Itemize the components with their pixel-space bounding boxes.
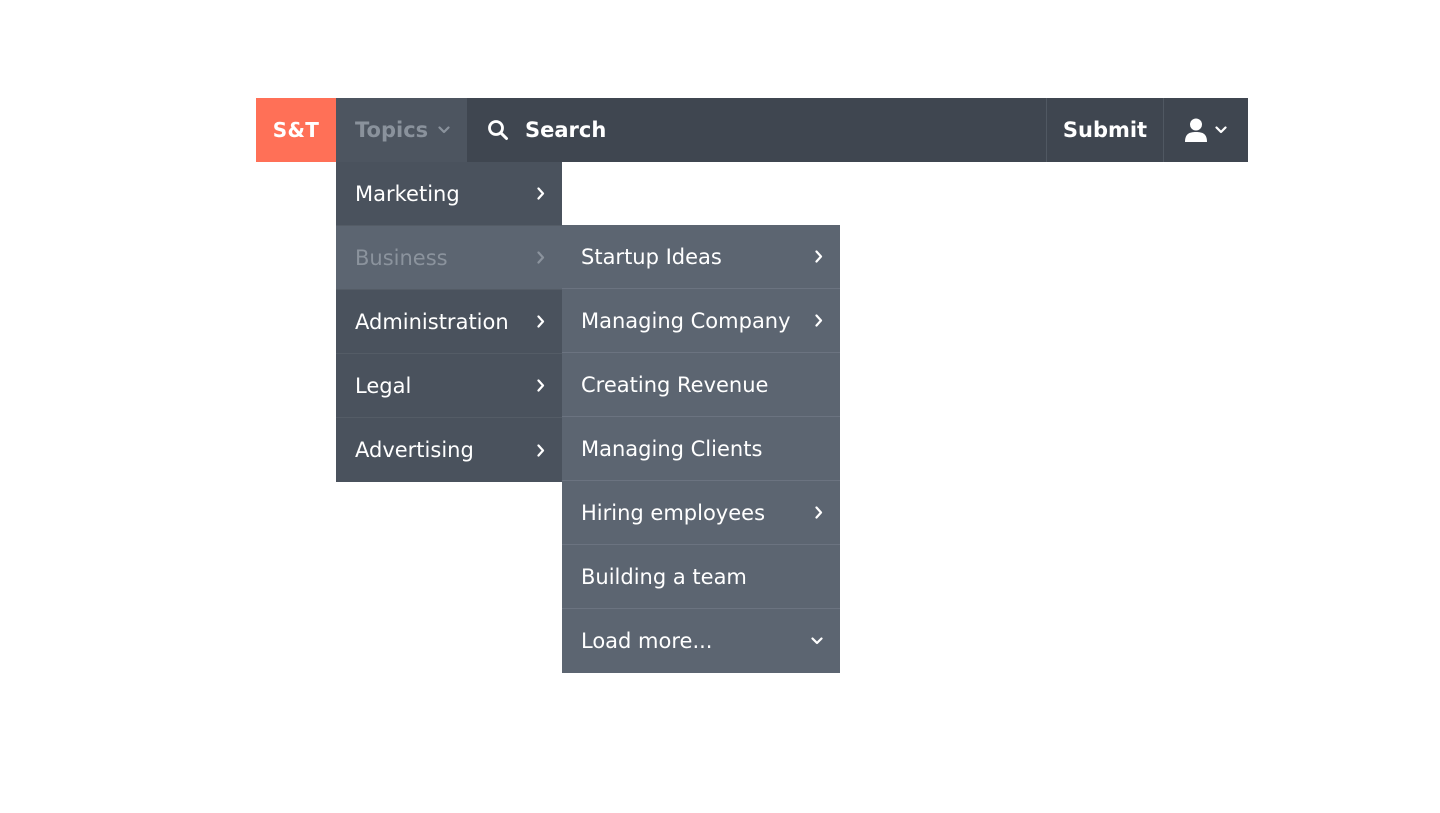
menu-item-label: Advertising	[355, 438, 474, 462]
menu-item-label: Legal	[355, 373, 412, 398]
chevron-right-icon	[815, 506, 823, 519]
chevron-down-icon	[1215, 126, 1227, 134]
submenu-item-managing-clients[interactable]: Managing Clients	[562, 417, 840, 481]
chevron-right-icon	[537, 379, 545, 392]
chevron-right-icon	[537, 443, 545, 457]
menu-item-legal[interactable]: Legal	[336, 354, 562, 418]
submenu-item-startup-ideas[interactable]: Startup Ideas	[562, 225, 840, 289]
submenu-item-managing-company[interactable]: Managing Company	[562, 289, 840, 353]
submenu-item-label: Startup Ideas	[581, 244, 722, 269]
chevron-down-icon	[811, 637, 823, 645]
chevron-down-icon	[438, 126, 450, 134]
load-more-label: Load more...	[581, 629, 713, 653]
submenu-item-label: Building a team	[581, 564, 747, 589]
submenu-item-label: Managing Clients	[581, 436, 763, 461]
topics-menu: Marketing Business Administration Legal …	[336, 162, 562, 482]
chevron-right-icon	[537, 251, 545, 264]
submenu-item-label: Creating Revenue	[581, 372, 769, 397]
submenu-item-label: Managing Company	[581, 308, 791, 333]
business-submenu: Startup Ideas Managing Company Creating …	[562, 225, 840, 673]
chevron-right-icon	[815, 314, 823, 327]
menu-item-advertising[interactable]: Advertising	[336, 418, 562, 482]
brand-logo[interactable]: S&T	[256, 98, 336, 162]
menu-item-label: Business	[355, 245, 448, 270]
search-label: Search	[525, 118, 607, 142]
top-navbar: S&T Topics Search Submit	[256, 98, 1248, 162]
menu-item-administration[interactable]: Administration	[336, 290, 562, 354]
chevron-right-icon	[537, 315, 545, 328]
menu-item-business[interactable]: Business	[336, 226, 562, 290]
submenu-item-hiring-employees[interactable]: Hiring employees	[562, 481, 840, 545]
user-menu-button[interactable]	[1163, 98, 1248, 162]
menu-item-marketing[interactable]: Marketing	[336, 162, 562, 226]
submit-button[interactable]: Submit	[1046, 98, 1163, 162]
submenu-item-building-a-team[interactable]: Building a team	[562, 545, 840, 609]
search-icon	[487, 119, 509, 141]
load-more-button[interactable]: Load more...	[562, 609, 840, 673]
topics-dropdown-button[interactable]: Topics	[336, 98, 467, 162]
page: S&T Topics Search Submit Marketing Busin…	[0, 0, 1440, 813]
user-icon	[1185, 118, 1207, 142]
search-input[interactable]: Search	[467, 98, 1046, 162]
chevron-right-icon	[537, 187, 545, 200]
submenu-item-label: Hiring employees	[581, 500, 766, 525]
submenu-item-creating-revenue[interactable]: Creating Revenue	[562, 353, 840, 417]
menu-item-label: Marketing	[355, 181, 460, 206]
menu-item-label: Administration	[355, 309, 509, 334]
chevron-right-icon	[815, 250, 823, 263]
topics-label: Topics	[355, 118, 429, 142]
